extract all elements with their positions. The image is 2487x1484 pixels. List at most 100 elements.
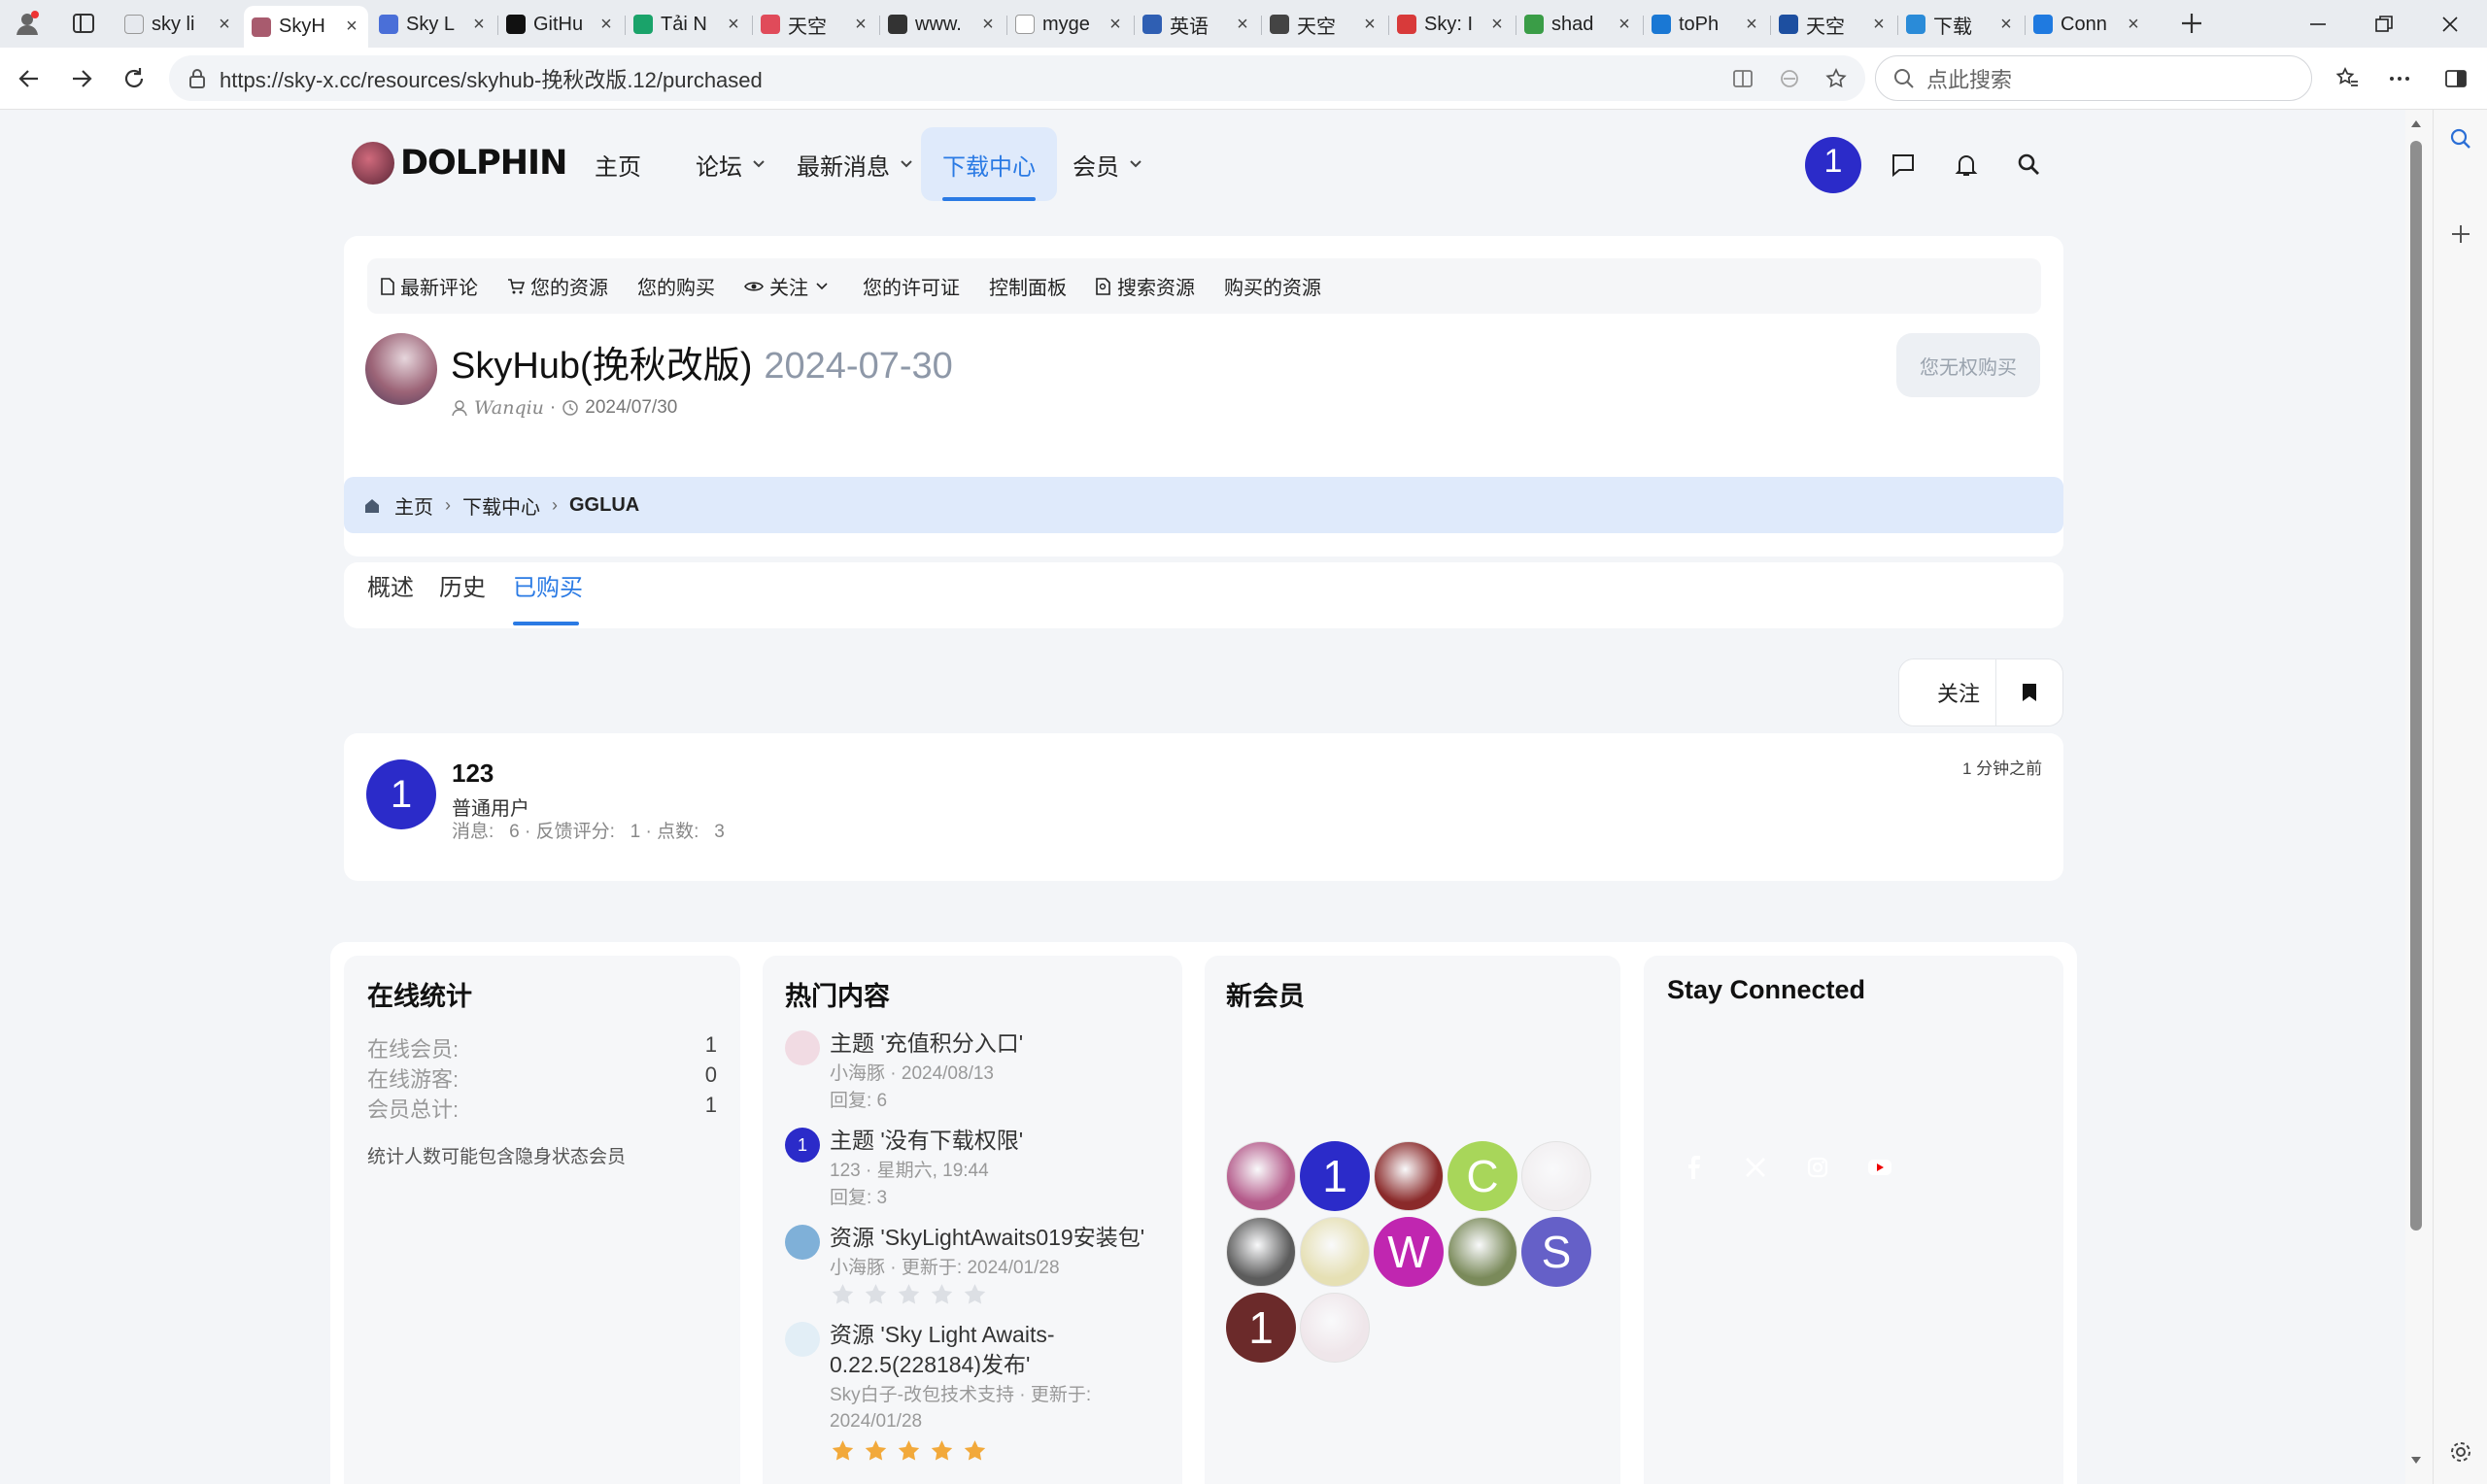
tab-close-icon[interactable]: × bbox=[1361, 14, 1379, 36]
hot-item-avatar[interactable] bbox=[785, 1030, 820, 1065]
browser-tab[interactable]: 下载 × bbox=[1898, 6, 2023, 43]
refresh-button[interactable] bbox=[115, 59, 153, 98]
member-avatar[interactable] bbox=[1300, 1217, 1370, 1287]
hot-item-title[interactable]: 主题 '充值积分入口' bbox=[830, 1029, 1160, 1059]
site-search-icon[interactable] bbox=[2010, 146, 2049, 185]
browser-tab[interactable]: Tải N × bbox=[626, 6, 750, 43]
tab-close-icon[interactable]: × bbox=[1107, 14, 1124, 36]
subnav-item[interactable]: 您的购买 bbox=[637, 272, 715, 300]
hot-item-title[interactable]: 资源 'SkyLightAwaits019安装包' bbox=[830, 1223, 1160, 1253]
tab-close-icon[interactable]: × bbox=[597, 14, 615, 36]
browser-tab[interactable]: Sky L × bbox=[371, 6, 495, 43]
tab-close-icon[interactable]: × bbox=[1616, 14, 1633, 36]
favorites-icon[interactable] bbox=[2328, 59, 2367, 98]
x-button[interactable] bbox=[1729, 1141, 1782, 1194]
member-avatar[interactable] bbox=[1448, 1217, 1517, 1287]
breadcrumb-downloads[interactable]: 下载中心 bbox=[462, 491, 540, 520]
hot-item[interactable]: 1 主题 '没有下载权限' 123 · 星期六, 19:44 回复: 3 bbox=[785, 1126, 1154, 1219]
member-avatar[interactable] bbox=[1300, 1293, 1370, 1363]
nav-item[interactable]: 下载中心 bbox=[921, 127, 1057, 201]
user-avatar[interactable]: 1 bbox=[1805, 137, 1861, 193]
hot-item-avatar[interactable] bbox=[785, 1225, 820, 1260]
tab-close-icon[interactable]: × bbox=[1234, 14, 1251, 36]
subnav-item[interactable]: 关注 bbox=[744, 272, 834, 300]
scroll-up-arrow-icon[interactable] bbox=[2409, 117, 2423, 130]
nav-item[interactable]: 论坛 bbox=[674, 127, 787, 201]
member-avatar[interactable]: S bbox=[1521, 1217, 1591, 1287]
messages-icon[interactable] bbox=[1884, 146, 1923, 185]
subnav-item[interactable]: 您的资源 bbox=[507, 272, 608, 300]
nav-item[interactable]: 会员 bbox=[1051, 127, 1164, 201]
profile-icon[interactable] bbox=[8, 8, 47, 39]
member-avatar[interactable] bbox=[1374, 1141, 1444, 1211]
sidebar-settings-icon[interactable] bbox=[2441, 1433, 2480, 1471]
hot-item[interactable]: 资源 'Sky Light Awaits-0.22.5(228184)发布' Sk… bbox=[785, 1320, 1154, 1461]
tab-history[interactable]: 历史 bbox=[439, 568, 486, 602]
immersive-reader-icon[interactable] bbox=[1723, 59, 1762, 98]
hot-item-avatar[interactable]: 1 bbox=[785, 1128, 820, 1163]
browser-tab[interactable]: 天空 × bbox=[1262, 6, 1386, 43]
browser-search-box[interactable]: 点此搜索 bbox=[1875, 55, 2312, 101]
youtube-button[interactable] bbox=[1854, 1141, 1906, 1194]
browser-tab[interactable]: www. × bbox=[880, 6, 1005, 43]
nav-item[interactable]: 主页 bbox=[573, 127, 663, 201]
tab-close-icon[interactable]: × bbox=[979, 14, 997, 36]
home-icon[interactable] bbox=[363, 496, 381, 514]
browser-tab[interactable]: shad × bbox=[1516, 6, 1641, 43]
browser-tab[interactable]: sky li × bbox=[117, 6, 241, 43]
browser-tab[interactable]: 天空 × bbox=[753, 6, 877, 43]
subnav-item[interactable]: 最新评论 bbox=[381, 272, 478, 300]
breadcrumb-category[interactable]: GGLUA bbox=[569, 494, 639, 517]
buyer-avatar[interactable]: 1 bbox=[366, 759, 436, 829]
browser-tab[interactable]: Conn × bbox=[2026, 6, 2150, 43]
tab-close-icon[interactable]: × bbox=[1743, 14, 1760, 36]
hot-item-avatar[interactable] bbox=[785, 1322, 820, 1357]
new-tab-button[interactable] bbox=[2172, 8, 2211, 39]
subnav-item[interactable]: 购买的资源 bbox=[1224, 272, 1321, 300]
member-avatar[interactable]: C bbox=[1448, 1141, 1517, 1211]
tab-close-icon[interactable]: × bbox=[852, 14, 869, 36]
member-avatar[interactable]: 1 bbox=[1300, 1141, 1370, 1211]
more-menu-icon[interactable] bbox=[2380, 59, 2419, 98]
member-avatar[interactable] bbox=[1226, 1141, 1296, 1211]
tab-actions-icon[interactable] bbox=[64, 8, 103, 39]
restore-button[interactable] bbox=[2351, 0, 2417, 48]
subnav-item[interactable]: 控制面板 bbox=[989, 272, 1067, 300]
tab-close-icon[interactable]: × bbox=[725, 14, 742, 36]
member-avatar[interactable] bbox=[1521, 1141, 1591, 1211]
resource-author[interactable]: Wanqiu bbox=[474, 397, 544, 419]
browser-tab[interactable]: 英语 × bbox=[1135, 6, 1259, 43]
tab-close-icon[interactable]: × bbox=[1488, 14, 1506, 36]
tab-close-icon[interactable]: × bbox=[1997, 14, 2015, 36]
sidebar-add-icon[interactable] bbox=[2441, 215, 2480, 253]
tab-close-icon[interactable]: × bbox=[343, 16, 360, 38]
tab-close-icon[interactable]: × bbox=[1870, 14, 1888, 36]
author-avatar[interactable] bbox=[365, 333, 437, 405]
site-logo[interactable]: DOLPHIN bbox=[352, 142, 567, 185]
breadcrumb-home[interactable]: 主页 bbox=[394, 491, 433, 520]
nav-item[interactable]: 最新消息 bbox=[775, 127, 935, 201]
browser-tab[interactable]: Sky: I × bbox=[1389, 6, 1514, 43]
browser-tab[interactable]: GitHu × bbox=[498, 6, 623, 43]
buyer-name[interactable]: 123 bbox=[452, 759, 494, 789]
back-button[interactable] bbox=[10, 59, 49, 98]
facebook-button[interactable] bbox=[1667, 1141, 1720, 1194]
buy-button[interactable]: 您无权购买 bbox=[1896, 333, 2040, 397]
tab-close-icon[interactable]: × bbox=[216, 14, 233, 36]
member-avatar[interactable]: W bbox=[1374, 1217, 1444, 1287]
tab-close-icon[interactable]: × bbox=[470, 14, 488, 36]
browser-tab[interactable]: 天空 × bbox=[1771, 6, 1895, 43]
forward-button[interactable] bbox=[62, 59, 101, 98]
browser-tab[interactable]: myge × bbox=[1007, 6, 1132, 43]
favorite-star-icon[interactable] bbox=[1817, 59, 1856, 98]
hot-item[interactable]: 主题 '充值积分入口' 小海豚 · 2024/08/13 回复: 6 bbox=[785, 1029, 1154, 1122]
translate-icon[interactable] bbox=[1770, 59, 1809, 98]
minimize-button[interactable] bbox=[2285, 0, 2351, 48]
sidebar-toggle-icon[interactable] bbox=[2436, 59, 2475, 98]
browser-tab[interactable]: toPh × bbox=[1644, 6, 1768, 43]
hot-item-title[interactable]: 主题 '没有下载权限' bbox=[830, 1126, 1160, 1156]
subnav-item[interactable]: 您的许可证 bbox=[863, 272, 960, 300]
member-avatar[interactable]: 1 bbox=[1226, 1293, 1296, 1363]
instagram-button[interactable] bbox=[1791, 1141, 1844, 1194]
browser-tab[interactable]: SkyH × bbox=[244, 6, 368, 48]
